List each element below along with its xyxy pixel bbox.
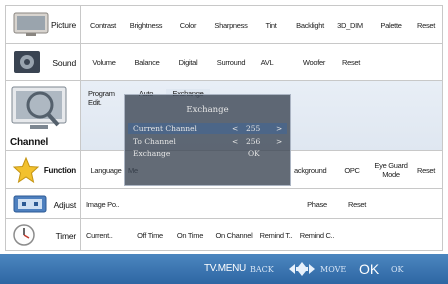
menu-item-surround[interactable]: Surround [210,58,252,67]
menu-item-3d-dim[interactable]: 3D_DIM [333,21,367,30]
menu-item-reset[interactable]: Reset [411,21,441,30]
exchange-dialog: Exchange Current Channel < 255 > To Chan… [124,94,291,186]
move-arrows-icon [289,262,315,276]
exchange-ok-button[interactable]: OK [248,149,260,158]
menu-item-reset[interactable]: Reset [411,166,441,175]
category-timer[interactable]: Timer [6,219,81,250]
current-channel-left-arrow[interactable]: < [232,124,238,133]
menu-item-avl[interactable]: AVL [253,58,281,67]
picture-icon [13,12,49,36]
menu-item-sharpness[interactable]: Sharpness [209,21,253,30]
to-channel-right-arrow[interactable]: > [276,137,282,146]
current-channel-value: 255 [246,124,261,133]
menu-item-language[interactable]: Language [86,166,126,175]
menu-row-sound: Sound Volume Balance Digital Surround AV… [6,44,442,81]
menu-item-on-time[interactable]: On Time [172,231,208,240]
menu-item-color[interactable]: Color [169,21,207,30]
current-channel-right-arrow[interactable]: > [276,124,282,133]
category-label: Sound [52,58,76,68]
menu-row-adjust: Adjust Image Po.. Phase Reset [6,189,442,219]
menu-item-volume[interactable]: Volume [86,58,122,67]
current-channel-label: Current Channel [133,124,197,133]
category-label: Function [43,166,76,175]
menu-item-digital[interactable]: Digital [170,58,206,67]
category-label: Picture [50,20,76,30]
menu-item-reset[interactable]: Reset [342,200,372,209]
category-function[interactable]: Function [6,151,81,188]
back-label: BACK [250,265,274,274]
dialog-row-to-channel[interactable]: To Channel < 256 > [128,136,287,147]
menu-item-off-time[interactable]: Off Time [132,231,168,240]
menu-item-on-channel[interactable]: On Channel [211,231,257,240]
menu-item-reset[interactable]: Reset [335,58,367,67]
to-channel-value: 256 [246,137,261,146]
category-sound[interactable]: Sound [6,44,81,80]
menu-item-opc[interactable]: OPC [339,166,365,175]
dialog-title: Exchange [186,105,229,115]
menu-item-palette[interactable]: Palette [372,21,410,30]
move-label: MOVE [320,265,347,274]
menu-item-background[interactable]: ackground [294,166,336,175]
dialog-row-exchange[interactable]: Exchange OK [128,148,287,159]
exchange-label: Exchange [133,149,171,158]
menu-item-current-time[interactable]: Current.. [86,231,122,240]
adjust-icon [13,195,47,213]
menu-item-tint[interactable]: Tint [254,21,288,30]
menu-item-backlight[interactable]: Backlight [289,21,331,30]
menu-item-balance[interactable]: Balance [129,58,165,67]
clock-icon [13,224,35,246]
menu-item-brightness[interactable]: Brightness [124,21,168,30]
dialog-row-current-channel[interactable]: Current Channel < 255 > [128,123,287,134]
menu-item-remind-channel[interactable]: Remind C.. [297,231,337,240]
menu-row-timer: Timer Current.. Off Time On Time On Chan… [6,219,442,250]
ok-label: OK [391,265,404,274]
menu-item-remind-time[interactable]: Remind T.. [256,231,296,240]
category-label: Channel [10,137,49,148]
menu-item-contrast[interactable]: Contrast [84,21,122,30]
bottom-bar: TV.MENU BACK MOVE OK OK [0,254,448,284]
star-icon [12,156,40,184]
tv-menu-key[interactable]: TV.MENU [204,263,246,274]
to-channel-left-arrow[interactable]: < [232,137,238,146]
menu-item-woofer[interactable]: Woofer [293,58,335,67]
ok-key[interactable]: OK [359,261,379,277]
menu-item-program-edit[interactable]: Program Edit. [88,89,124,107]
menu-item-image-position[interactable]: Image Po.. [86,200,126,209]
menu-item-phase[interactable]: Phase [302,200,332,209]
to-channel-label: To Channel [133,137,176,146]
category-adjust[interactable]: Adjust [6,189,81,218]
channel-icon [11,86,67,129]
speaker-icon [14,51,40,73]
menu-row-picture: Picture Contrast Brightness Color Sharpn… [6,6,442,44]
category-label: Timer [55,231,77,241]
category-channel[interactable]: Channel [6,81,81,150]
menu-item-eye-guard-mode[interactable]: Eye Guard Mode [374,161,408,179]
category-label: Adjust [53,200,77,210]
category-picture[interactable]: Picture [6,6,81,43]
